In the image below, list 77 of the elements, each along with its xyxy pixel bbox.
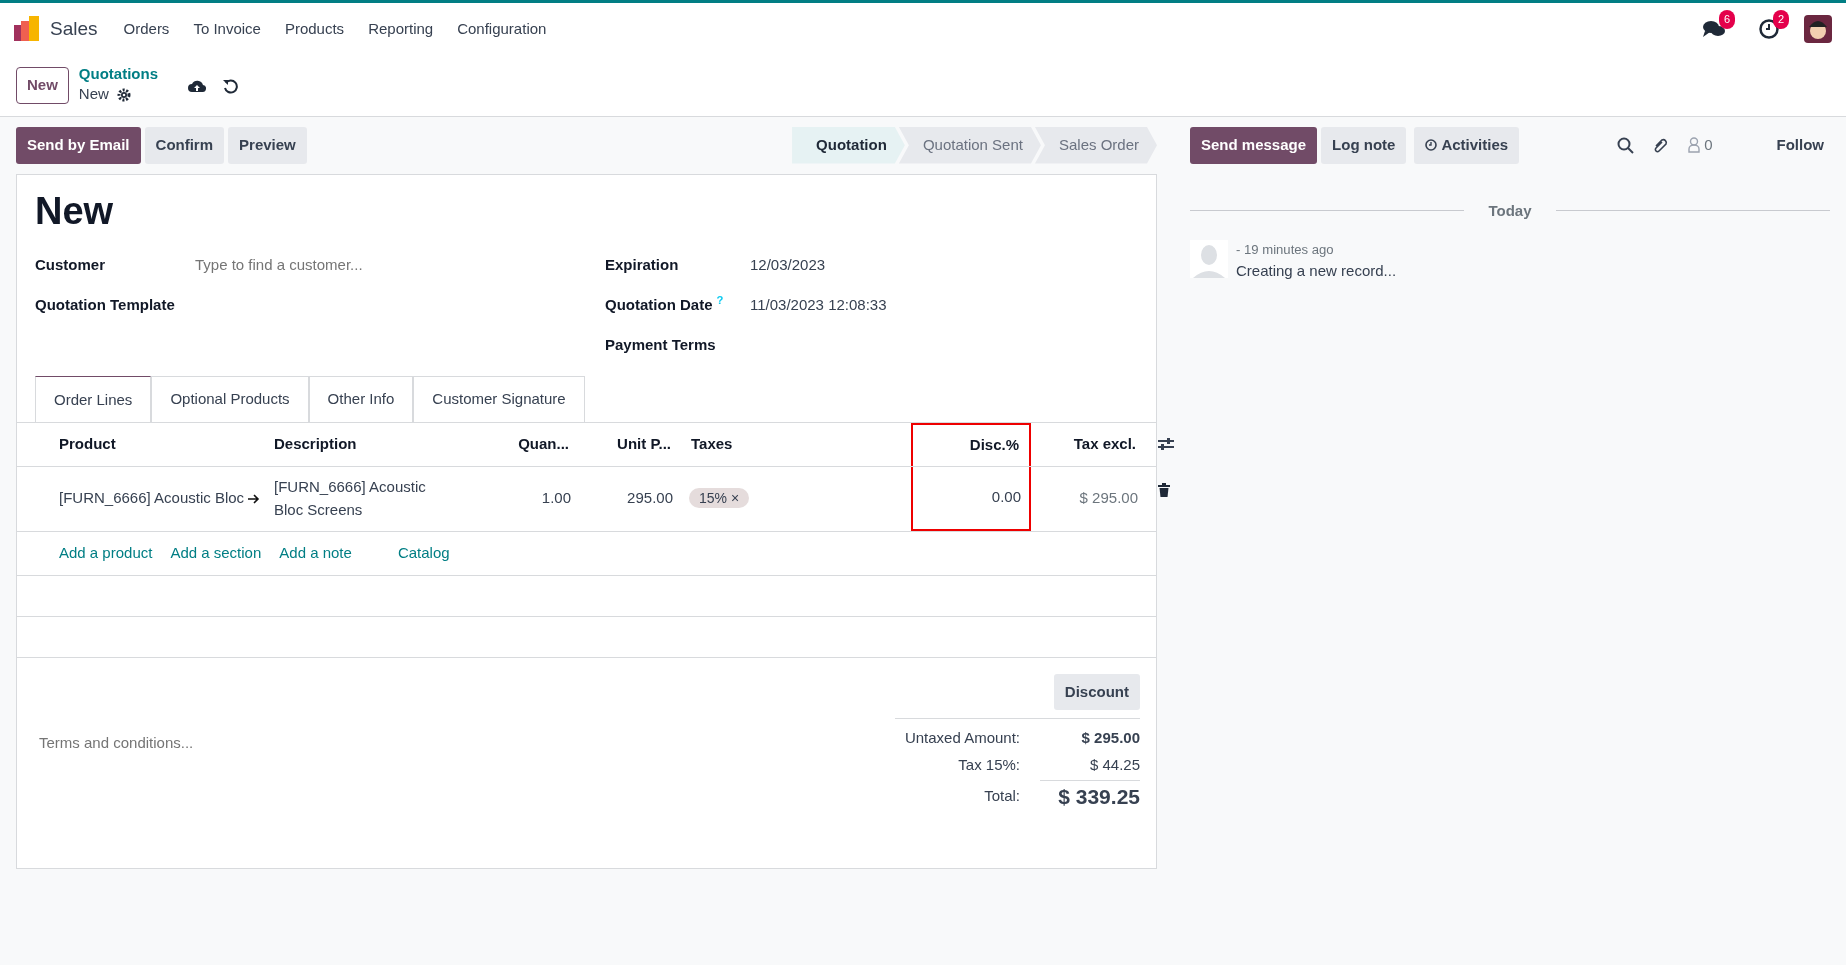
user-avatar-icon	[1190, 240, 1228, 278]
app-logo-icon[interactable]	[14, 15, 42, 43]
chatter-button[interactable]: Log note	[1321, 127, 1407, 164]
total-label: Untaxed Amount:	[903, 728, 1020, 749]
new-button[interactable]: New	[16, 67, 69, 104]
menu-item[interactable]: Configuration	[457, 17, 547, 41]
field-value[interactable]: 11/03/2023 12:08:33	[750, 294, 887, 317]
discount-button[interactable]: Discount	[1053, 673, 1140, 711]
column-header[interactable]: Description	[274, 422, 469, 466]
product-cell[interactable]: [FURN_6666] Acoustic Bloc	[59, 487, 245, 510]
tab[interactable]: Order Lines	[35, 376, 152, 423]
field-label: Quotation Date	[605, 296, 713, 314]
breadcrumb-link[interactable]: Quotations	[78, 65, 158, 84]
record-name: New	[78, 84, 109, 105]
date-separator: Today	[1488, 200, 1532, 221]
gear-icon[interactable]	[116, 87, 131, 102]
clock-icon[interactable]	[1758, 18, 1780, 40]
action-button[interactable]: Send by Email	[16, 127, 141, 164]
tab[interactable]: Optional Products	[151, 376, 309, 422]
tab[interactable]: Other Info	[308, 376, 414, 422]
app-name[interactable]: Sales	[50, 14, 98, 44]
menu-item[interactable]: Products	[284, 17, 345, 41]
status-stage[interactable]: Quotation	[792, 127, 905, 164]
total-label: Tax 15%:	[957, 754, 1020, 775]
chat-icon[interactable]	[1702, 18, 1726, 40]
menu-item[interactable]: Orders	[123, 17, 170, 41]
add-line-link[interactable]: Add a section	[170, 541, 262, 565]
field-label: Quotation Template	[35, 295, 176, 316]
trash-icon[interactable]	[1158, 482, 1170, 497]
total-value: $ 339.25	[1040, 780, 1140, 813]
message-time: - 19 minutes ago	[1236, 241, 1335, 259]
undo-icon[interactable]	[222, 77, 238, 94]
column-settings-icon[interactable]	[1158, 437, 1174, 452]
column-header[interactable]: Quan...	[469, 422, 579, 466]
column-header[interactable]: Tax excl.	[1031, 422, 1146, 466]
record-title: New	[35, 188, 115, 234]
action-button[interactable]: Preview	[228, 127, 307, 164]
total-label: Total:	[983, 786, 1020, 807]
column-header[interactable]: Disc.%	[911, 422, 1031, 466]
message-text: Creating a new record...	[1236, 260, 1397, 281]
total-value: $ 295.00	[1080, 728, 1140, 749]
menu-item[interactable]: Reporting	[368, 17, 434, 41]
discount-cell[interactable]: 0.00	[911, 466, 1031, 531]
notification-badge: 6	[1718, 10, 1735, 29]
chatter-button[interactable]: Activities	[1414, 127, 1520, 164]
column-header[interactable]: Taxes	[681, 422, 911, 466]
notification-badge: 2	[1772, 10, 1789, 29]
search-icon[interactable]	[1617, 136, 1635, 154]
follow-button[interactable]: Follow	[1770, 133, 1830, 158]
description-cell[interactable]: [FURN_6666] Acoustic Bloc Screens	[274, 476, 469, 522]
column-header[interactable]: Product	[59, 422, 274, 466]
avatar-icon[interactable]	[1804, 15, 1832, 43]
action-button[interactable]: Confirm	[144, 127, 225, 164]
person-icon	[1688, 137, 1701, 154]
total-value: $ 44.25	[1088, 754, 1140, 775]
remove-tag-icon[interactable]: ×	[730, 490, 740, 507]
tab[interactable]: Customer Signature	[413, 376, 585, 422]
menu-item[interactable]: To Invoice	[193, 17, 261, 41]
add-line-link[interactable]: Add a product	[59, 541, 153, 565]
unit-price-cell[interactable]: 295.00	[579, 487, 681, 510]
tax-tag[interactable]: 15% ×	[689, 488, 750, 509]
field-label: Customer	[35, 255, 106, 276]
subtotal-cell-text: $ 295.00	[1078, 488, 1139, 509]
field-label: Expiration	[605, 256, 679, 274]
field-label: Payment Terms	[605, 336, 716, 354]
add-line-link[interactable]: Add a note	[279, 541, 352, 565]
quantity-cell[interactable]: 1.00	[469, 487, 579, 510]
arrow-right-icon[interactable]	[248, 493, 261, 504]
cloud-upload-icon[interactable]	[188, 78, 206, 93]
add-line-link[interactable]: Catalog	[397, 541, 450, 565]
column-header[interactable]: Unit P...	[579, 422, 681, 466]
clock-icon	[1425, 139, 1438, 152]
chatter-button[interactable]: Send message	[1190, 127, 1318, 164]
status-stage[interactable]: Sales Order	[1034, 127, 1157, 164]
followers-button[interactable]: 0	[1688, 134, 1713, 157]
status-stage[interactable]: Quotation Sent	[898, 127, 1041, 164]
field-value[interactable]: 12/03/2023	[750, 254, 826, 277]
